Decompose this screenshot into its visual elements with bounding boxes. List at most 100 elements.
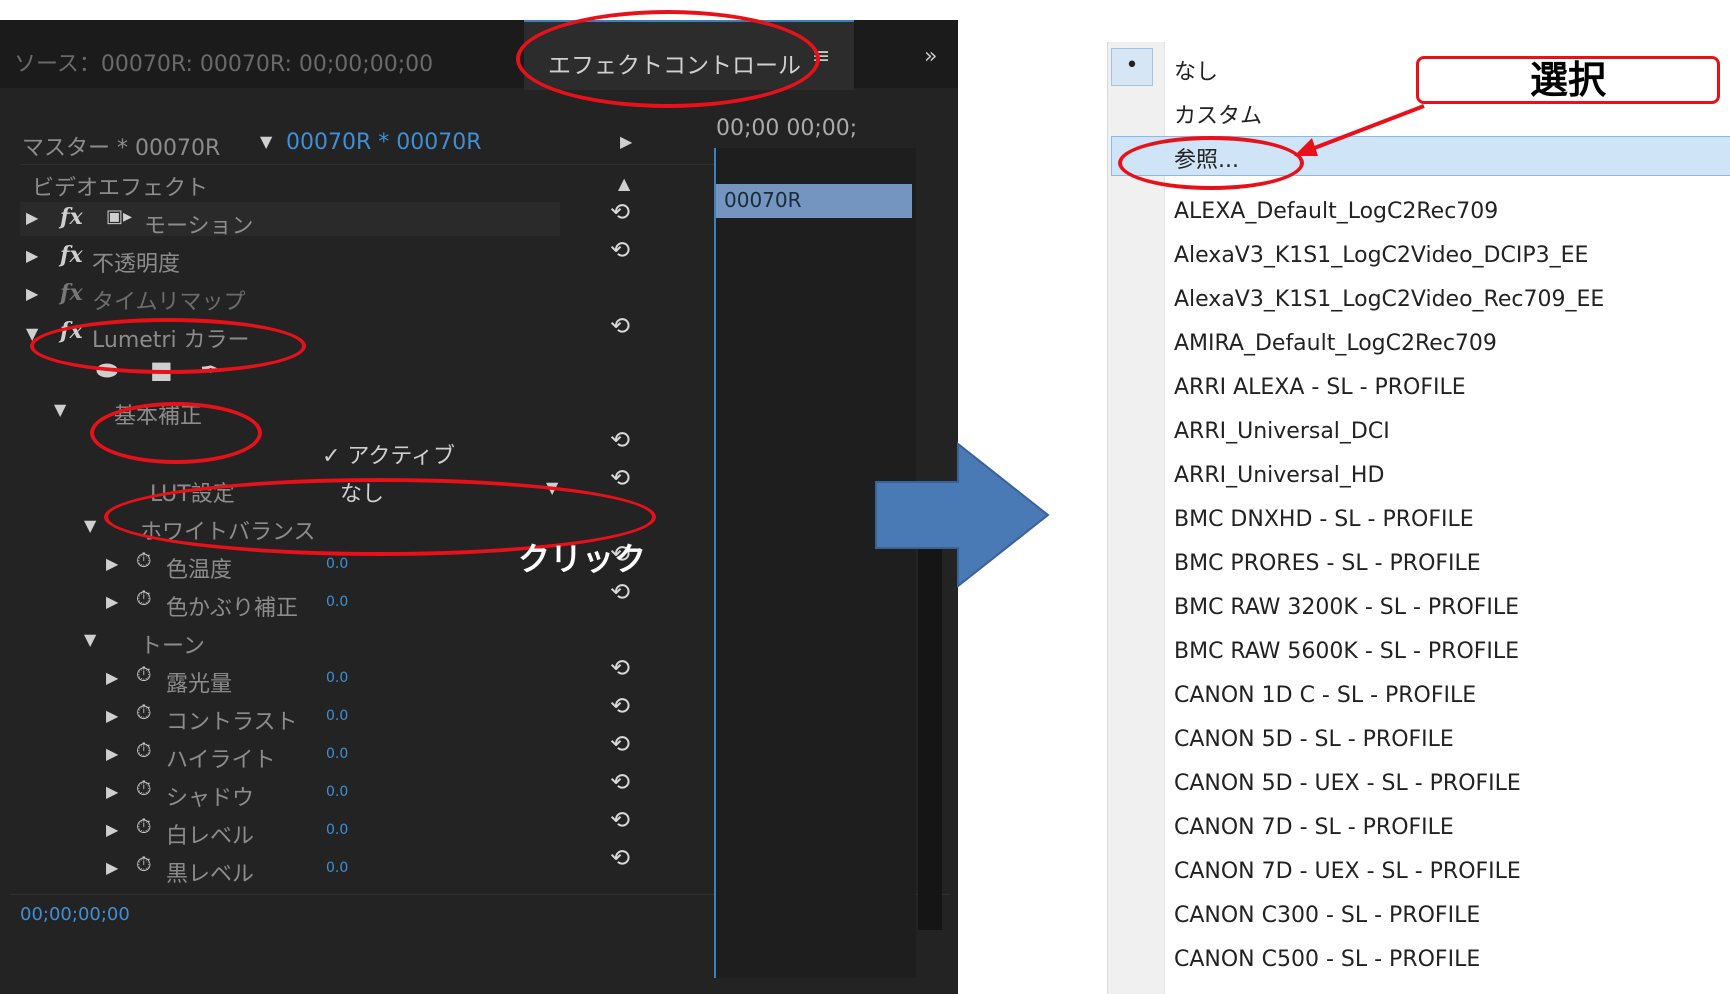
- more-tabs-icon[interactable]: »: [924, 44, 937, 69]
- play-clip-icon[interactable]: ▶: [620, 132, 632, 151]
- param-label: 白レベル: [166, 824, 255, 849]
- reset-icon[interactable]: ⟲: [610, 692, 630, 720]
- expand-time-remap-icon[interactable]: ▶: [26, 284, 38, 303]
- selected-bullet: •: [1111, 48, 1153, 86]
- video-effects-heading: ビデオエフェクト: [32, 176, 209, 201]
- reset-icon[interactable]: ⟲: [610, 198, 630, 226]
- dropdown-item[interactable]: ARRI ALEXA - SL - PROFILE: [1174, 375, 1466, 400]
- param-label: 色かぶり補正: [166, 596, 299, 621]
- footer-timecode[interactable]: 00;00;00;00: [20, 904, 130, 925]
- dropdown-item[interactable]: BMC DNXHD - SL - PROFILE: [1174, 507, 1474, 532]
- dropdown-item[interactable]: CANON 5D - SL - PROFILE: [1174, 727, 1454, 752]
- effect-motion: モーション: [144, 214, 254, 239]
- reset-icon[interactable]: ⟲: [610, 236, 630, 264]
- reset-icon[interactable]: ⟲: [610, 806, 630, 834]
- annotation-ellipse-browse: [1118, 136, 1304, 190]
- effect-time-remap: タイムリマップ: [92, 290, 246, 315]
- param-value[interactable]: 0.0: [326, 822, 348, 838]
- dropdown-item[interactable]: BMC PRORES - SL - PROFILE: [1174, 551, 1481, 576]
- dropdown-item[interactable]: ALEXA_Default_LogC2Rec709: [1174, 199, 1498, 224]
- param-value[interactable]: 0.0: [326, 708, 348, 724]
- dropdown-item[interactable]: CANON 1D C - SL - PROFILE: [1174, 683, 1476, 708]
- click-annotation: クリック: [518, 540, 647, 578]
- arrow-right-icon: [875, 441, 1050, 589]
- reset-icon[interactable]: ⟲: [610, 464, 630, 492]
- reset-icon[interactable]: ⟲: [610, 844, 630, 872]
- dropdown-item[interactable]: なし: [1174, 54, 1218, 86]
- param-value[interactable]: 0.0: [326, 784, 348, 800]
- dropdown-item[interactable]: CANON C300 - SL - PROFILE: [1174, 903, 1480, 928]
- clip-bar-label: 00070R: [724, 188, 802, 212]
- param-label: 露光量: [166, 672, 233, 697]
- stopwatch-icon[interactable]: ⏱: [136, 776, 152, 800]
- param-label: 色温度: [166, 558, 233, 583]
- expand-param-icon[interactable]: ▶: [106, 554, 118, 573]
- collapse-icon[interactable]: ▲: [618, 174, 630, 193]
- collapse-white-balance-icon[interactable]: ▼: [84, 516, 96, 535]
- reset-icon[interactable]: ⟲: [610, 426, 630, 454]
- stopwatch-icon[interactable]: ⏱: [136, 814, 152, 838]
- expand-param-icon[interactable]: ▶: [106, 858, 118, 877]
- collapse-basic-icon[interactable]: ▼: [54, 400, 66, 419]
- active-checkbox[interactable]: ✓ アクティブ: [322, 438, 455, 470]
- expand-opacity-icon[interactable]: ▶: [26, 246, 38, 265]
- fx-icon: fx: [60, 280, 83, 306]
- select-annotation: 選択: [1416, 56, 1720, 104]
- collapse-tone-icon[interactable]: ▼: [84, 630, 96, 649]
- annotation-ellipse-lumetri: [30, 318, 306, 374]
- expand-motion-icon[interactable]: ▶: [26, 208, 38, 227]
- param-label: コントラスト: [166, 710, 298, 735]
- param-label: シャドウ: [166, 786, 255, 811]
- clip-dropdown-icon[interactable]: ▼: [260, 132, 272, 151]
- stopwatch-icon[interactable]: ⏱: [136, 852, 152, 876]
- expand-param-icon[interactable]: ▶: [106, 782, 118, 801]
- param-value[interactable]: 0.0: [326, 670, 348, 686]
- stopwatch-icon[interactable]: ⏱: [136, 662, 152, 686]
- dropdown-item[interactable]: AMIRA_Default_LogC2Rec709: [1174, 331, 1497, 356]
- dropdown-item[interactable]: AlexaV3_K1S1_LogC2Video_Rec709_EE: [1174, 287, 1604, 312]
- tab-source[interactable]: ソース：00070R: 00070R: 00;00;00;00: [14, 46, 433, 78]
- motion-row-bg: [20, 202, 560, 236]
- reset-icon[interactable]: ⟲: [610, 730, 630, 758]
- param-value[interactable]: 0.0: [326, 594, 348, 610]
- reset-icon[interactable]: ⟲: [610, 312, 630, 340]
- param-value[interactable]: 0.0: [326, 860, 348, 876]
- timeline-timecode: 00;00 00;00;: [716, 116, 858, 141]
- annotation-ellipse-tab: [516, 10, 820, 108]
- annotation-pointer-arrow: [1294, 104, 1425, 156]
- dropdown-item[interactable]: BMC RAW 5600K - SL - PROFILE: [1174, 639, 1519, 664]
- annotation-ellipse-basic: [90, 402, 262, 464]
- tone-heading: トーン: [140, 634, 205, 659]
- transform-icon: ▣▸: [106, 206, 133, 227]
- expand-param-icon[interactable]: ▶: [106, 592, 118, 611]
- reset-icon[interactable]: ⟲: [610, 578, 630, 606]
- stopwatch-icon[interactable]: ⏱: [136, 586, 152, 610]
- dropdown-item[interactable]: AlexaV3_K1S1_LogC2Video_DCIP3_EE: [1174, 243, 1588, 268]
- expand-param-icon[interactable]: ▶: [106, 744, 118, 763]
- expand-param-icon[interactable]: ▶: [106, 706, 118, 725]
- expand-param-icon[interactable]: ▶: [106, 820, 118, 839]
- stopwatch-icon[interactable]: ⏱: [136, 738, 152, 762]
- divider: [20, 164, 720, 165]
- clip-selector[interactable]: 00070R * 00070R: [286, 130, 482, 155]
- dropdown-item[interactable]: CANON 5D - UEX - SL - PROFILE: [1174, 771, 1521, 796]
- expand-param-icon[interactable]: ▶: [106, 668, 118, 687]
- clip-bar[interactable]: 00070R: [716, 184, 912, 218]
- dropdown-item[interactable]: CANON 7D - SL - PROFILE: [1174, 815, 1454, 840]
- dropdown-item[interactable]: カスタム: [1174, 98, 1262, 130]
- fx-icon[interactable]: fx: [60, 242, 83, 268]
- param-value[interactable]: 0.0: [326, 746, 348, 762]
- stopwatch-icon[interactable]: ⏱: [136, 548, 152, 572]
- dropdown-item[interactable]: ARRI_Universal_HD: [1174, 463, 1384, 488]
- param-value[interactable]: 0.0: [326, 556, 348, 572]
- effect-opacity: 不透明度: [92, 252, 181, 277]
- fx-icon[interactable]: fx: [60, 204, 83, 230]
- dropdown-item[interactable]: CANON C500 - SL - PROFILE: [1174, 947, 1480, 972]
- reset-icon[interactable]: ⟲: [610, 768, 630, 796]
- dropdown-item[interactable]: BMC RAW 3200K - SL - PROFILE: [1174, 595, 1519, 620]
- dropdown-item[interactable]: CANON 7D - UEX - SL - PROFILE: [1174, 859, 1521, 884]
- param-label: 黒レベル: [166, 862, 255, 887]
- dropdown-item[interactable]: ARRI_Universal_DCI: [1174, 419, 1390, 444]
- reset-icon[interactable]: ⟲: [610, 654, 630, 682]
- stopwatch-icon[interactable]: ⏱: [136, 700, 152, 724]
